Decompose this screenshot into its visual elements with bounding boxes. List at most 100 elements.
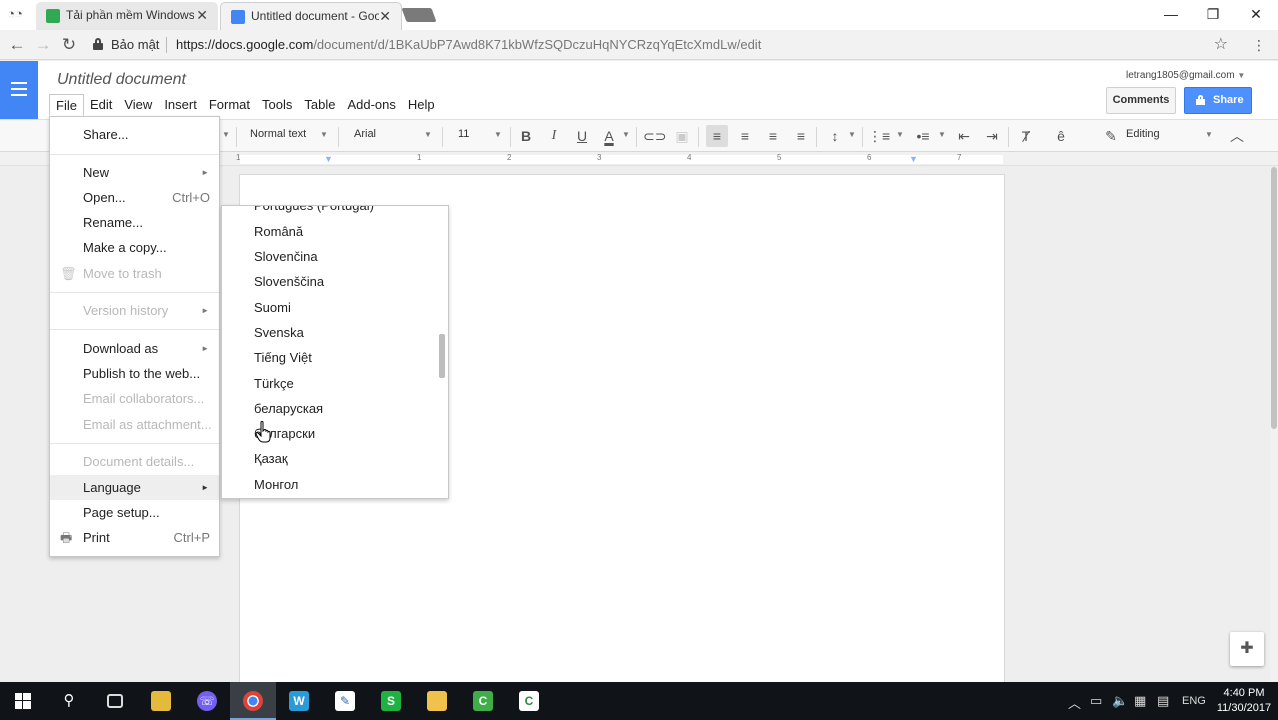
taskbar-app-camtasia-recorder[interactable]: C <box>506 682 552 720</box>
maximize-button[interactable]: ❐ <box>1191 4 1235 24</box>
address-bar[interactable]: Bảo mật https://docs.google.com/document… <box>88 33 1228 57</box>
browser-tab-2[interactable]: Untitled document - Goo ✕ <box>220 2 402 30</box>
search-button[interactable]: ⚲ <box>46 682 92 720</box>
share-button[interactable]: Share <box>1184 87 1252 114</box>
menu-new[interactable]: New ► <box>50 160 219 185</box>
align-center-icon[interactable]: ≡ <box>734 125 756 147</box>
language-option[interactable]: Português (Portugal) <box>222 206 434 218</box>
menu-file[interactable]: File <box>49 94 84 116</box>
taskbar-app-chrome[interactable] <box>230 682 276 720</box>
menu-open[interactable]: Open... Ctrl+O <box>50 185 219 210</box>
menu-language[interactable]: Language ► <box>50 475 219 500</box>
network-icon[interactable]: ▦ <box>1134 693 1146 709</box>
clear-formatting-icon[interactable]: Ⱦ <box>1015 125 1037 147</box>
docs-home-icon[interactable] <box>0 61 38 119</box>
menu-table[interactable]: Table <box>298 94 341 116</box>
bookmark-star-icon[interactable]: ☆ <box>1214 34 1228 54</box>
menu-page-setup[interactable]: Page setup... <box>50 500 219 525</box>
menu-publish[interactable]: Publish to the web... <box>50 361 219 386</box>
scrollbar-thumb[interactable] <box>1271 167 1277 429</box>
language-option[interactable]: Suomi <box>222 295 434 320</box>
submenu-scrollbar-thumb[interactable] <box>439 334 445 378</box>
menu-share[interactable]: Share... <box>50 122 219 147</box>
explore-icon[interactable]: ✚ <box>1230 632 1264 666</box>
volume-icon[interactable]: 🔈 <box>1112 693 1128 709</box>
language-option[interactable]: български <box>222 421 434 446</box>
taskbar-app-s[interactable]: S <box>368 682 414 720</box>
language-option[interactable]: Slovenčina <box>222 244 434 269</box>
taskbar-clock[interactable]: 4:40 PM 11/30/2017 <box>1214 686 1274 716</box>
document-title[interactable]: Untitled document <box>57 71 186 89</box>
align-left-icon[interactable]: ≡ <box>706 125 728 147</box>
menu-edit[interactable]: Edit <box>84 94 118 116</box>
numbered-list-icon[interactable]: ⋮≡ <box>868 125 890 147</box>
align-right-icon[interactable]: ≡ <box>762 125 784 147</box>
url-text[interactable]: https://docs.google.com/document/d/1BKaU… <box>176 37 761 52</box>
notification-icon[interactable]: ▤ <box>1157 693 1169 709</box>
document-scrollbar[interactable] <box>1270 167 1278 682</box>
tab-close-icon[interactable]: ✕ <box>196 7 208 23</box>
menu-addons[interactable]: Add-ons <box>341 94 401 116</box>
underline-icon[interactable]: U <box>571 125 593 147</box>
more-menu-icon[interactable]: ⋮ <box>1252 37 1266 54</box>
italic-icon[interactable]: I <box>543 125 565 147</box>
menu-download-as[interactable]: Download as ► <box>50 336 219 361</box>
menu-make-copy[interactable]: Make a copy... <box>50 235 219 260</box>
new-tab-button[interactable] <box>401 8 437 22</box>
forward-arrow-icon[interactable]: → <box>32 34 54 56</box>
language-option[interactable]: Tiếng Việt <box>222 345 434 370</box>
menu-tools[interactable]: Tools <box>256 94 298 116</box>
tab-close-icon[interactable]: ✕ <box>379 8 391 24</box>
bulleted-list-icon[interactable]: •≡ <box>912 125 934 147</box>
paragraph-style-select[interactable]: Normal text <box>250 128 306 140</box>
back-arrow-icon[interactable]: ← <box>6 34 28 56</box>
language-option[interactable]: Монгол <box>222 472 434 497</box>
task-view-button[interactable] <box>92 682 138 720</box>
bold-icon[interactable]: B <box>515 125 537 147</box>
taskbar-app-explorer[interactable] <box>138 682 184 720</box>
ruler-number: 1 <box>417 153 422 162</box>
reload-icon[interactable]: ↻ <box>58 34 80 56</box>
increase-indent-icon[interactable]: ⇥ <box>981 125 1003 147</box>
battery-icon[interactable]: ▭ <box>1090 693 1102 709</box>
taskbar-app-camtasia[interactable]: C <box>460 682 506 720</box>
font-size-select[interactable]: 11 <box>458 128 469 140</box>
right-indent-marker-icon[interactable]: ▼ <box>909 154 918 164</box>
taskbar-app-paint[interactable]: ✎ <box>322 682 368 720</box>
input-language-indicator[interactable]: ENG <box>1182 695 1206 707</box>
menu-insert[interactable]: Insert <box>158 94 203 116</box>
language-option[interactable]: Română <box>222 219 434 244</box>
taskbar-app-word[interactable]: W <box>276 682 322 720</box>
menu-format[interactable]: Format <box>203 94 256 116</box>
menu-print[interactable]: 🖶 Print Ctrl+P <box>50 525 219 550</box>
indent-marker-icon[interactable]: ▼ <box>324 154 333 164</box>
collapse-toolbar-icon[interactable]: ︿ <box>1226 125 1248 147</box>
comments-button[interactable]: Comments <box>1106 87 1176 114</box>
incognito-icon[interactable]: ◔◔ <box>6 6 24 22</box>
taskbar-app-viber[interactable]: ☏ <box>184 682 230 720</box>
decrease-indent-icon[interactable]: ⇤ <box>953 125 975 147</box>
language-option[interactable]: Svenska <box>222 320 434 345</box>
language-option[interactable]: Slovenščina <box>222 269 434 294</box>
language-option[interactable]: беларуская <box>222 396 434 421</box>
language-option[interactable]: Қазақ <box>222 446 434 471</box>
browser-tab-1[interactable]: Tải phần mềm Windows ✕ <box>36 2 218 30</box>
text-color-icon[interactable]: A <box>598 125 620 147</box>
taskbar-app-files[interactable] <box>414 682 460 720</box>
insert-comment-icon[interactable]: ▣ <box>671 125 693 147</box>
start-button[interactable] <box>0 682 46 720</box>
editing-mode-select[interactable]: Editing <box>1126 128 1160 140</box>
close-window-button[interactable]: ✕ <box>1234 4 1278 24</box>
line-spacing-icon[interactable]: ↕ <box>824 125 846 147</box>
menu-rename[interactable]: Rename... <box>50 210 219 235</box>
input-tools-icon[interactable]: ê <box>1050 125 1072 147</box>
account-email[interactable]: letrang1805@gmail.com ▼ <box>1126 70 1245 81</box>
tray-expand-icon[interactable]: ︿ <box>1068 693 1081 712</box>
minimize-button[interactable]: — <box>1149 4 1193 24</box>
menu-view[interactable]: View <box>118 94 158 116</box>
justify-icon[interactable]: ≡ <box>790 125 812 147</box>
menu-help[interactable]: Help <box>402 94 441 116</box>
font-select[interactable]: Arial <box>354 128 376 140</box>
link-icon[interactable]: ⊂⊃ <box>643 125 666 147</box>
language-option[interactable]: Türkçe <box>222 371 434 396</box>
